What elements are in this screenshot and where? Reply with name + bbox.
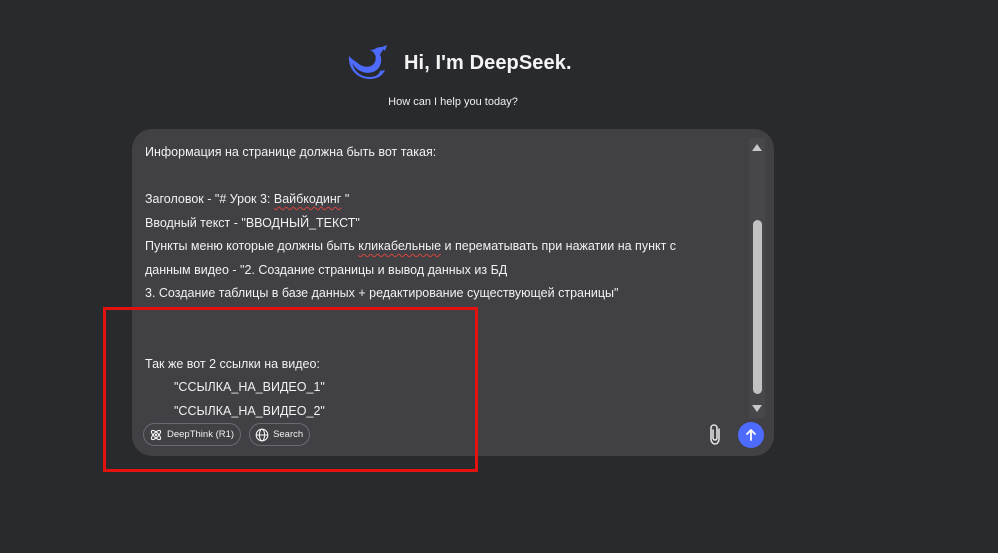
deepthink-label: DeepThink (R1) — [167, 429, 235, 440]
scroll-down-arrow-icon[interactable] — [751, 403, 763, 415]
arrow-up-icon — [746, 429, 756, 441]
deepseek-chat-page: Hi, I'm DeepSeek. How can I help you tod… — [0, 0, 998, 553]
message-line: Информация на странице должна быть вот т… — [145, 145, 437, 159]
message-line: Вводный текст - "ВВОДНЫЙ_ТЕКСТ" — [145, 215, 360, 230]
message-line: Пункты меню которые должны быть кликабел… — [145, 239, 677, 253]
message-line: "ССЫЛКА_НА_ВИДЕО_2" — [174, 403, 325, 418]
paperclip-icon[interactable] — [705, 423, 727, 447]
message-line: данным видео - "2. Создание страницы и в… — [145, 262, 508, 277]
welcome-header: Hi, I'm DeepSeek. — [346, 44, 572, 82]
message-line: "ССЫЛКА_НА_ВИДЕО_1" — [174, 380, 325, 394]
message-line: Так же вот 2 ссылки на видео: — [145, 356, 320, 371]
spellcheck-word: Вайбкодинг — [273, 192, 342, 206]
welcome-title: Hi, I'm DeepSeek. — [404, 51, 572, 74]
search-button[interactable]: Search — [249, 423, 311, 446]
welcome-subtitle: How can I help you today? — [388, 96, 518, 108]
scroll-up-arrow-icon[interactable] — [751, 141, 763, 153]
message-input[interactable]: Информация на странице должна быть вот т… — [145, 141, 745, 423]
deepthink-button[interactable]: DeepThink (R1) — [143, 423, 242, 446]
deepseek-whale-icon — [348, 45, 387, 79]
message-line: Заголовок - "# Урок 3: Вайбкодинг " — [145, 188, 745, 212]
composer-options: DeepThink (R1) Search — [143, 423, 318, 446]
send-button[interactable] — [738, 422, 764, 448]
message-line-text: Заголовок - "# Урок 3: Вайбкодинг " — [145, 192, 350, 206]
composer-scrollbar[interactable] — [749, 138, 765, 418]
message-line: 3. Создание таблицы в базе данных + реда… — [145, 286, 619, 300]
atom-icon — [150, 429, 162, 440]
globe-icon — [255, 428, 269, 441]
spellcheck-word: кликабельные — [358, 239, 442, 253]
search-label: Search — [273, 429, 304, 440]
scrollbar-thumb[interactable] — [753, 220, 762, 394]
message-composer[interactable]: Информация на странице должна быть вот т… — [132, 129, 774, 456]
